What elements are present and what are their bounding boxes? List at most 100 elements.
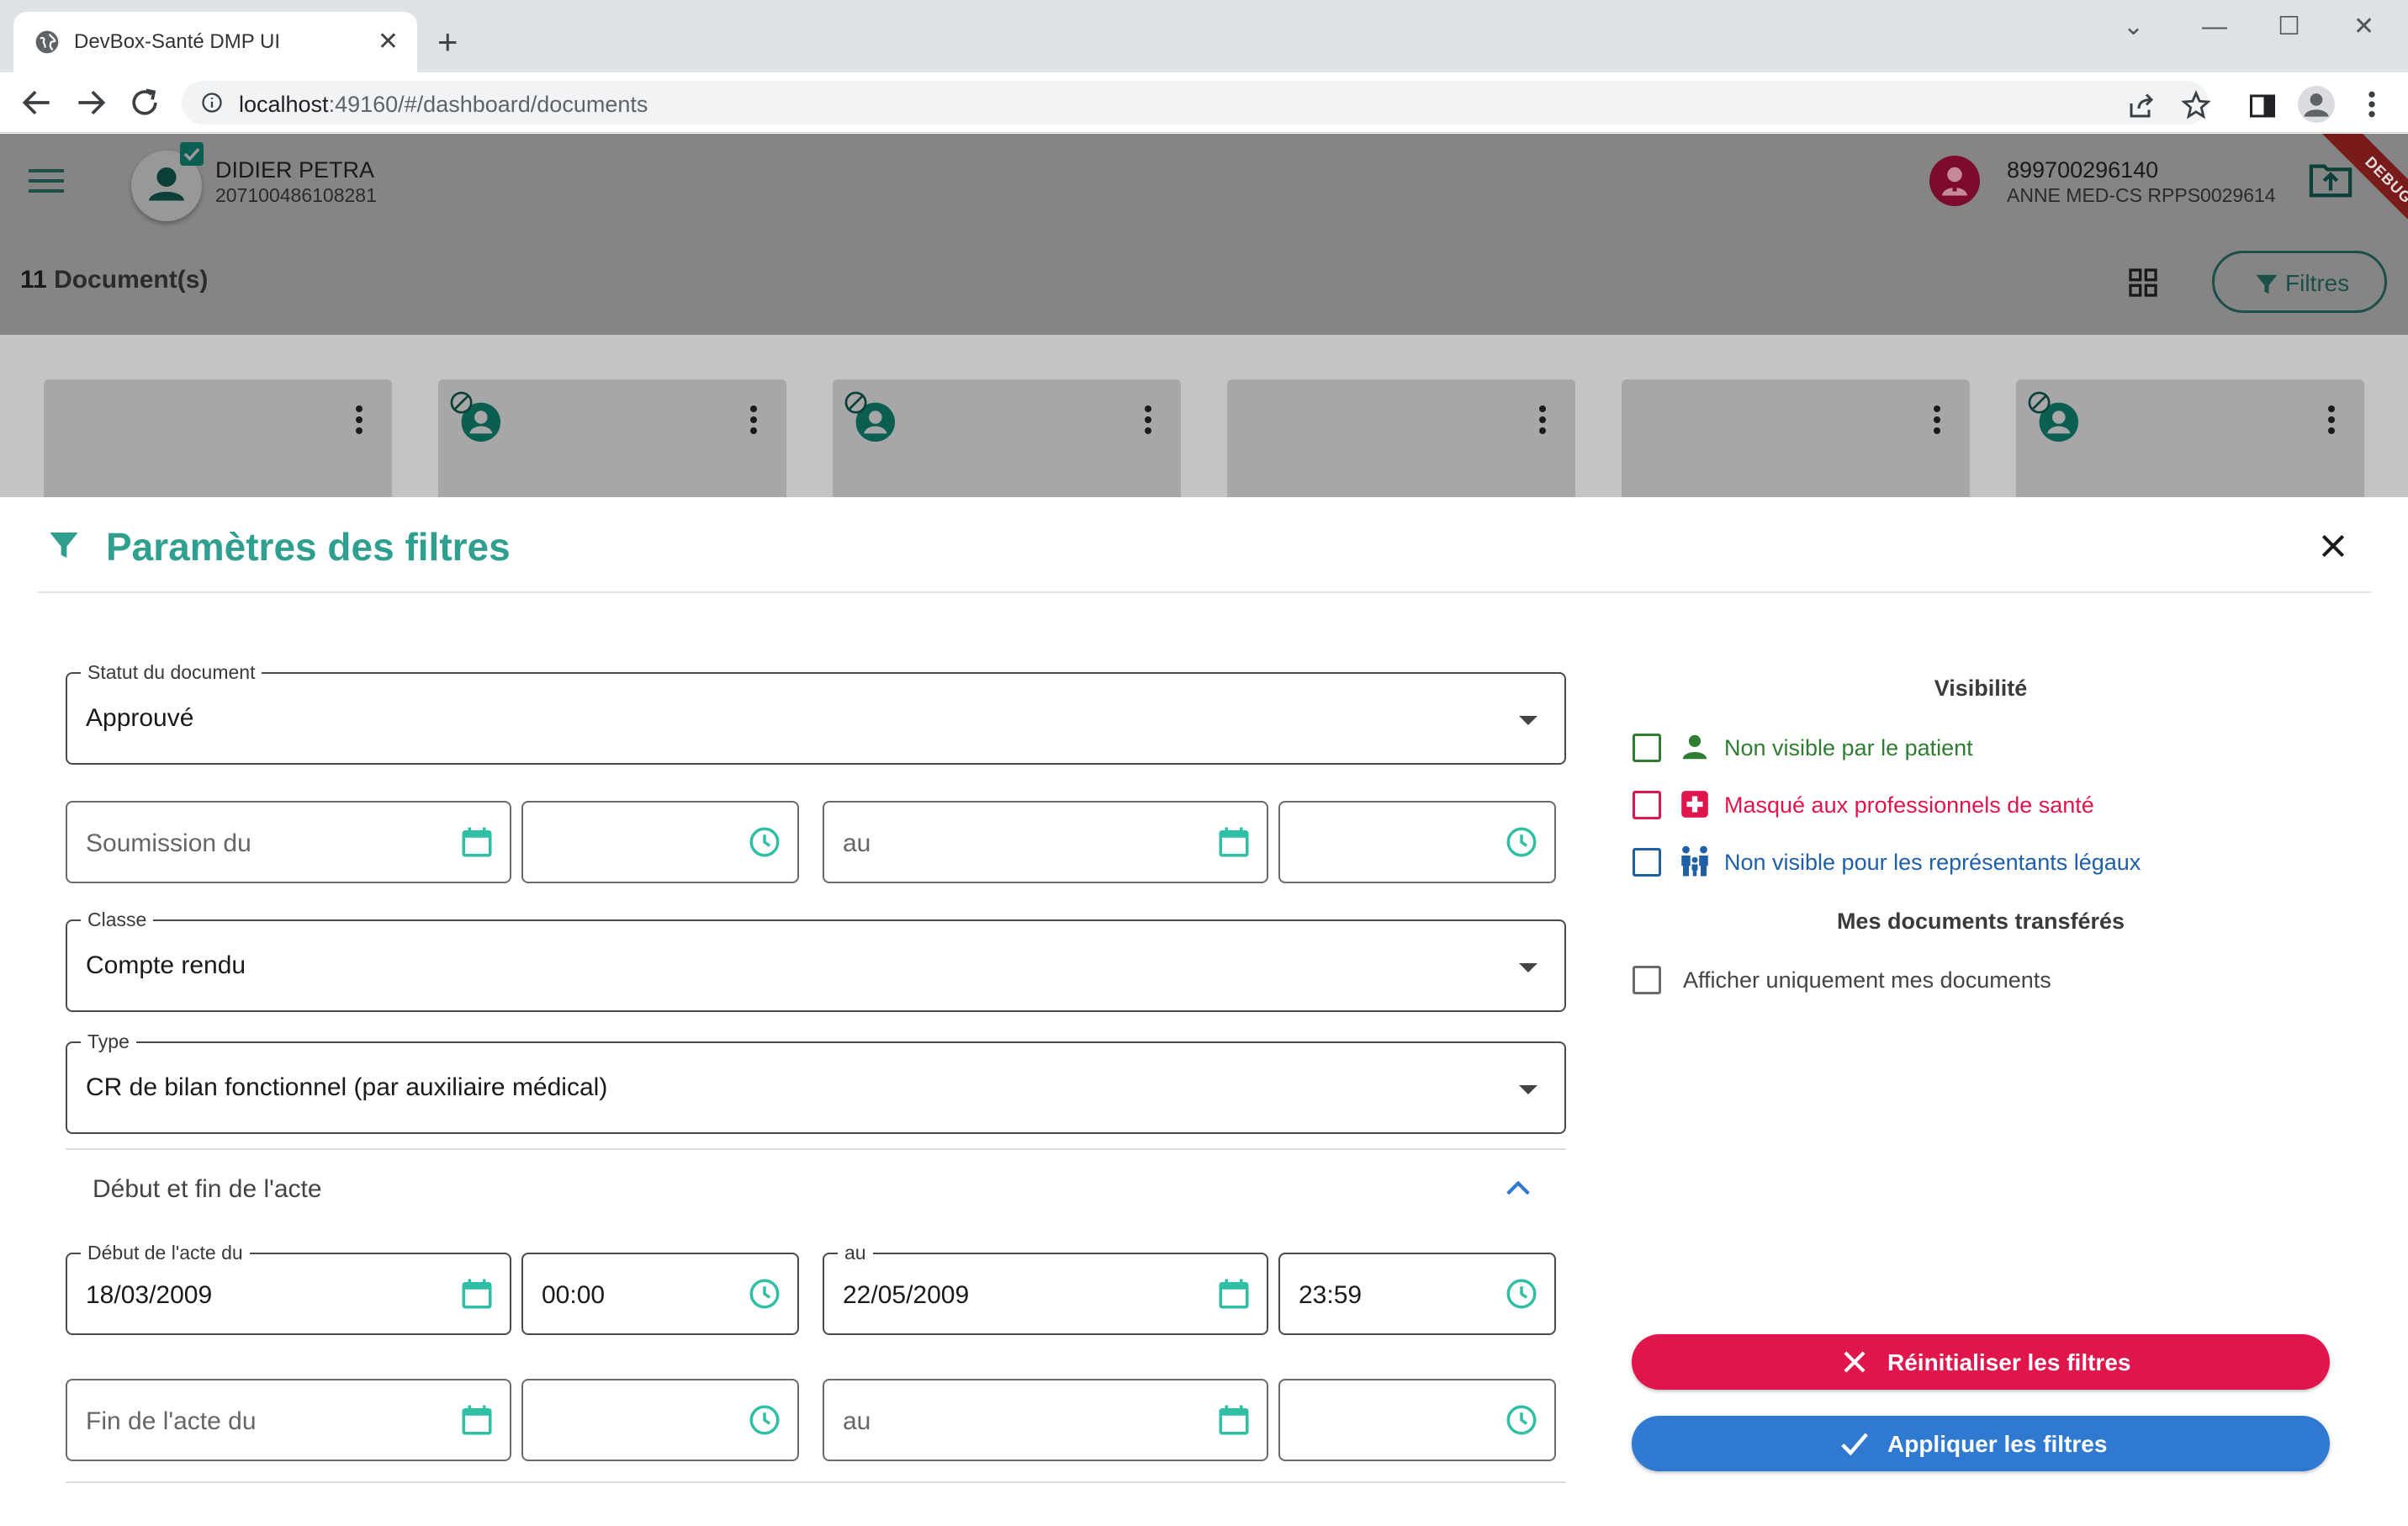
browser-menu-icon[interactable] [2362,87,2382,121]
side-panel-icon[interactable] [2247,91,2278,121]
reload-icon[interactable] [126,84,163,121]
chevron-up-icon[interactable] [1504,1179,1532,1197]
apply-filters-button[interactable]: Appliquer les filtres [1632,1416,2330,1471]
grid-view-icon[interactable] [2126,266,2160,299]
dropdown-arrow-icon [1519,716,1537,725]
act-section-header[interactable]: Début et fin de l'acte [93,1175,322,1204]
clock-icon[interactable] [1504,824,1539,860]
browser-tab-bar: DevBox-Santé DMP UI ✕ + ⌄ — ☐ ✕ [0,0,2408,72]
act-start-from-time-field[interactable]: 00:00 [521,1253,799,1335]
hidden-from-patient-icon [844,391,896,442]
close-icon [1844,1351,1866,1373]
tab-close-icon[interactable]: ✕ [378,25,399,59]
person-icon [1682,734,1707,760]
status-value: Approuvé [86,704,194,732]
type-select[interactable]: Type CR de bilan fonctionnel (par auxili… [66,1030,1566,1134]
document-card[interactable] [1227,379,1575,497]
divider [66,1148,1566,1150]
type-value: CR de bilan fonctionnel (par auxiliaire … [86,1073,608,1101]
check-icon [1841,1433,1868,1456]
url-text: localhost:49160/#/dashboard/documents [239,92,648,117]
medical-cross-icon [1681,791,1708,818]
window-maximize-icon[interactable]: ☐ [2278,10,2300,44]
card-menu-icon[interactable] [1933,405,1941,435]
document-card[interactable] [438,379,786,497]
calendar-icon[interactable] [1216,1402,1252,1438]
app-header: DIDIER PETRA 207100486108281 89970029614… [0,134,2408,256]
card-menu-icon[interactable] [2327,405,2336,435]
clock-icon[interactable] [747,824,782,860]
clock-icon[interactable] [1504,1402,1539,1438]
profile-avatar-icon[interactable] [2298,86,2335,123]
forward-arrow-icon[interactable] [72,84,109,121]
back-arrow-icon[interactable] [19,84,56,121]
act-end-from-time-field[interactable] [521,1379,799,1461]
url-field[interactable]: localhost:49160/#/dashboard/documents [182,81,2209,125]
hidden-from-patient-icon [450,391,501,442]
address-bar: localhost:49160/#/dashboard/documents [0,72,2408,133]
info-icon[interactable] [200,91,224,114]
act-start-to-date-field[interactable]: au 22/05/2009 [823,1241,1268,1335]
calendar-icon[interactable] [459,824,495,860]
close-icon[interactable] [2316,529,2350,563]
clock-icon[interactable] [747,1402,782,1438]
share-icon[interactable] [2126,91,2157,121]
browser-tab[interactable]: DevBox-Santé DMP UI ✕ [13,12,417,72]
document-card[interactable] [833,379,1181,497]
status-select[interactable]: Statut du document Approuvé [66,660,1566,765]
act-end-to-time-field[interactable] [1278,1379,1556,1461]
clock-icon[interactable] [1504,1276,1539,1311]
submission-from-date-field[interactable]: Soumission du [66,801,511,883]
act-start-to-time-field[interactable]: 23:59 [1278,1253,1556,1335]
divider [66,1481,1566,1483]
status-label: Statut du document [81,660,262,684]
filters-button-label: Filtres [2285,270,2350,296]
filter-panel-title: Paramètres des filtres [106,525,511,569]
act-end-from-date-field[interactable]: Fin de l'acte du [66,1379,511,1461]
act-start-from-date-field[interactable]: Début de l'acte du 18/03/2009 [66,1241,511,1335]
document-card[interactable] [44,379,392,497]
submission-to-placeholder: au [843,829,871,857]
reset-filters-button[interactable]: Réinitialiser les filtres [1632,1334,2330,1390]
checkbox-not-visible-patient[interactable] [1633,734,1661,762]
professional-name: ANNE MED-CS RPPS0029614 [2007,184,2276,206]
card-menu-icon[interactable] [1144,405,1152,435]
tab-search-icon[interactable]: ⌄ [2123,10,2144,44]
filter-icon [50,533,78,558]
calendar-icon[interactable] [459,1402,495,1438]
card-menu-icon[interactable] [749,405,758,435]
window-close-icon[interactable]: ✕ [2353,10,2374,44]
card-menu-icon[interactable] [355,405,363,435]
hidden-from-patient-icon [2028,391,2079,442]
class-value: Compte rendu [86,951,246,979]
document-card[interactable] [1622,379,1970,497]
submission-to-date-field[interactable]: au [823,801,1268,883]
documents-toolbar: 11 Document(s) Filtres [0,229,2408,335]
calendar-icon[interactable] [459,1276,495,1311]
calendar-icon[interactable] [1216,1276,1252,1311]
act-end-from-placeholder: Fin de l'acte du [86,1407,257,1435]
window-minimize-icon[interactable]: — [2202,10,2227,44]
hidden-professionals-label: Masqué aux professionnels de santé [1724,792,2094,818]
doctor-avatar-icon[interactable] [1929,156,1980,206]
hamburger-menu-icon[interactable] [29,167,64,194]
patient-ins: 207100486108281 [215,184,377,206]
checkbox-not-visible-legal-reps[interactable] [1633,848,1661,877]
card-menu-icon[interactable] [1538,405,1547,435]
checkbox-only-my-documents[interactable] [1633,966,1661,994]
act-end-to-date-field[interactable]: au [823,1379,1268,1461]
submission-from-time-field[interactable] [521,801,799,883]
divider [37,591,2372,593]
folder-upload-icon[interactable] [2308,159,2353,199]
calendar-icon[interactable] [1216,824,1252,860]
filters-button[interactable]: Filtres [2212,251,2387,313]
not-visible-legal-reps-label: Non visible pour les représentants légau… [1724,850,2141,875]
clock-icon[interactable] [747,1276,782,1311]
bookmark-star-icon[interactable] [2180,89,2212,121]
new-tab-icon[interactable]: + [437,22,458,62]
reset-filters-label: Réinitialiser les filtres [1887,1349,2131,1375]
class-select[interactable]: Classe Compte rendu [66,908,1566,1012]
submission-to-time-field[interactable] [1278,801,1556,883]
document-card[interactable] [2016,379,2364,497]
checkbox-hidden-professionals[interactable] [1633,791,1661,819]
